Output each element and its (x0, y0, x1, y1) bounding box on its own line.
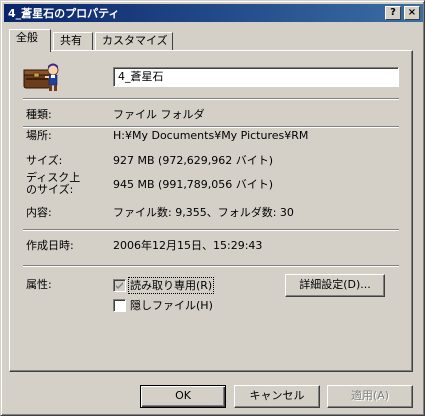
divider-4 (23, 265, 399, 267)
size-value: 927 MB (972,629,962 バイト) (113, 154, 274, 167)
divider-3 (23, 229, 399, 231)
location-value: H:¥My Documents¥My Pictures¥RM (113, 129, 309, 142)
window-title: 4_蒼星石のプロパティ (8, 7, 120, 20)
location-label: 場所: (26, 129, 52, 142)
check-mark-icon (116, 282, 123, 289)
ok-button[interactable]: OK (140, 385, 226, 408)
close-button[interactable]: × (404, 6, 420, 20)
readonly-label[interactable]: 読み取り専用(R) (127, 277, 215, 294)
created-label: 作成日時: (26, 239, 74, 252)
folder-name-field[interactable]: 4_蒼星石 (113, 67, 399, 87)
properties-window: 4_蒼星石のプロパティ ? × 全般 共有 カスタマイズ 4_蒼星石 種類: フ… (0, 0, 425, 416)
contents-value: ファイル数: 9,355、フォルダ数: 30 (113, 206, 294, 219)
tab-customize-label: カスタマイズ (102, 34, 168, 47)
contents-label: 内容: (26, 206, 52, 219)
tab-general[interactable]: 全般 (9, 29, 51, 52)
type-value: ファイル フォルダ (113, 108, 205, 121)
size-label: サイズ: (26, 154, 63, 167)
size-on-disk-label: ディスク上 のサイズ: (26, 171, 81, 196)
size-on-disk-value: 945 MB (991,789,056 バイト) (113, 178, 274, 191)
hidden-checkbox[interactable] (113, 299, 126, 312)
type-label: 種類: (26, 108, 52, 121)
help-button[interactable]: ? (385, 6, 401, 20)
apply-button[interactable]: 適用(A) (327, 385, 413, 408)
divider-2 (23, 126, 399, 128)
hidden-label[interactable]: 隠しファイル(H) (130, 299, 213, 312)
advanced-button-label: 詳細設定(D)... (299, 278, 371, 291)
advanced-button[interactable]: 詳細設定(D)... (285, 274, 385, 297)
created-value: 2006年12月15日、15:29:43 (113, 239, 263, 252)
folder-doll-icon (23, 61, 63, 93)
cancel-button-label: キャンセル (249, 389, 305, 402)
apply-button-label: 適用(A) (350, 389, 390, 402)
tab-sharing-label: 共有 (60, 34, 82, 47)
ok-button-label: OK (175, 389, 191, 402)
attributes-label: 属性: (26, 278, 52, 291)
divider-1 (23, 98, 399, 100)
tab-general-label: 全般 (16, 31, 38, 44)
title-bar[interactable]: 4_蒼星石のプロパティ ? × (4, 4, 423, 22)
tab-sharing[interactable]: 共有 (53, 32, 93, 50)
tab-customize[interactable]: カスタマイズ (95, 32, 173, 50)
readonly-checkbox[interactable] (113, 279, 126, 292)
cancel-button[interactable]: キャンセル (234, 385, 320, 408)
